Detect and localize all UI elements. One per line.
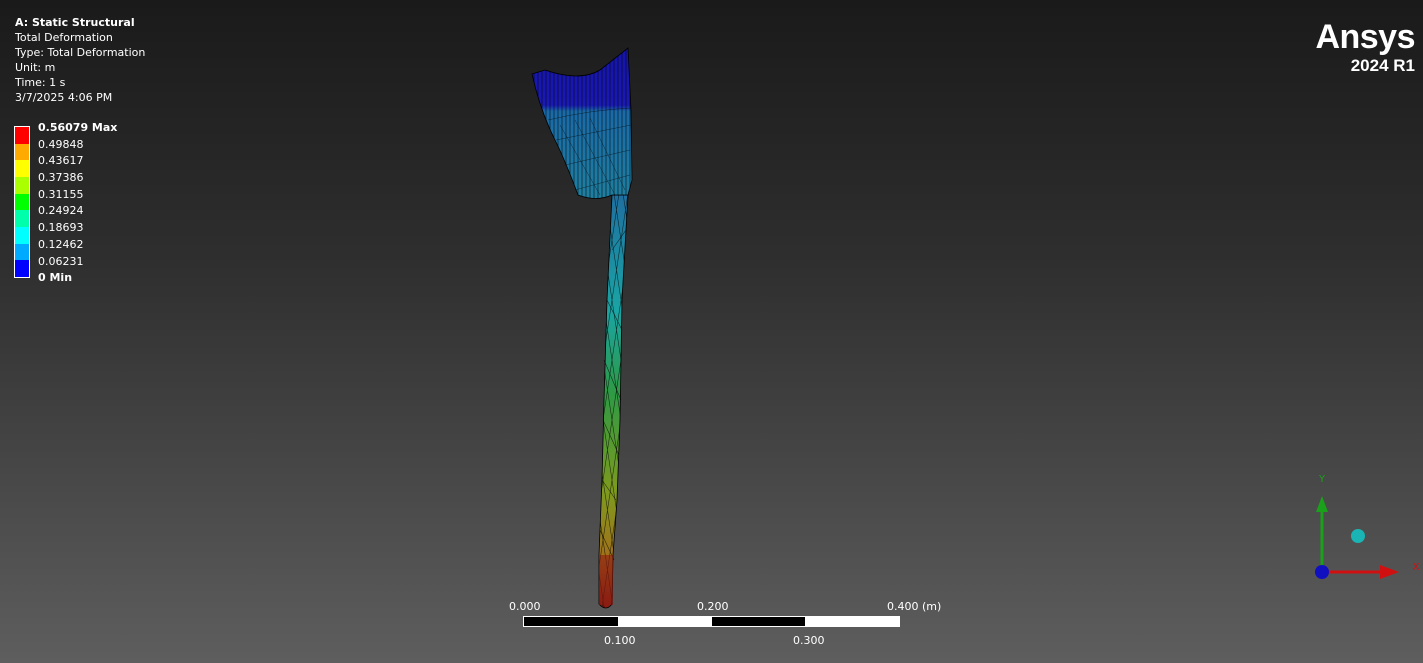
deformed-model[interactable] — [0, 0, 1423, 663]
scale-label: 0.300 — [793, 634, 825, 647]
y-axis-label: Y — [1318, 474, 1326, 485]
scale-label: 0.400 (m) — [887, 600, 942, 613]
scale-label: 0.200 — [697, 600, 729, 613]
axis-triad[interactable]: Y X — [1300, 470, 1420, 590]
x-axis-label: X — [1413, 562, 1420, 573]
scale-label: 0.100 — [604, 634, 636, 647]
y-axis-arrow — [1316, 496, 1328, 512]
scale-label: 0.000 — [509, 600, 541, 613]
graphics-viewport[interactable]: A: Static Structural Total Deformation T… — [0, 0, 1423, 663]
iso-view-ball[interactable] — [1351, 529, 1365, 543]
z-axis-origin — [1315, 565, 1329, 579]
scale-bar — [523, 616, 900, 627]
x-axis-arrow — [1380, 565, 1399, 579]
